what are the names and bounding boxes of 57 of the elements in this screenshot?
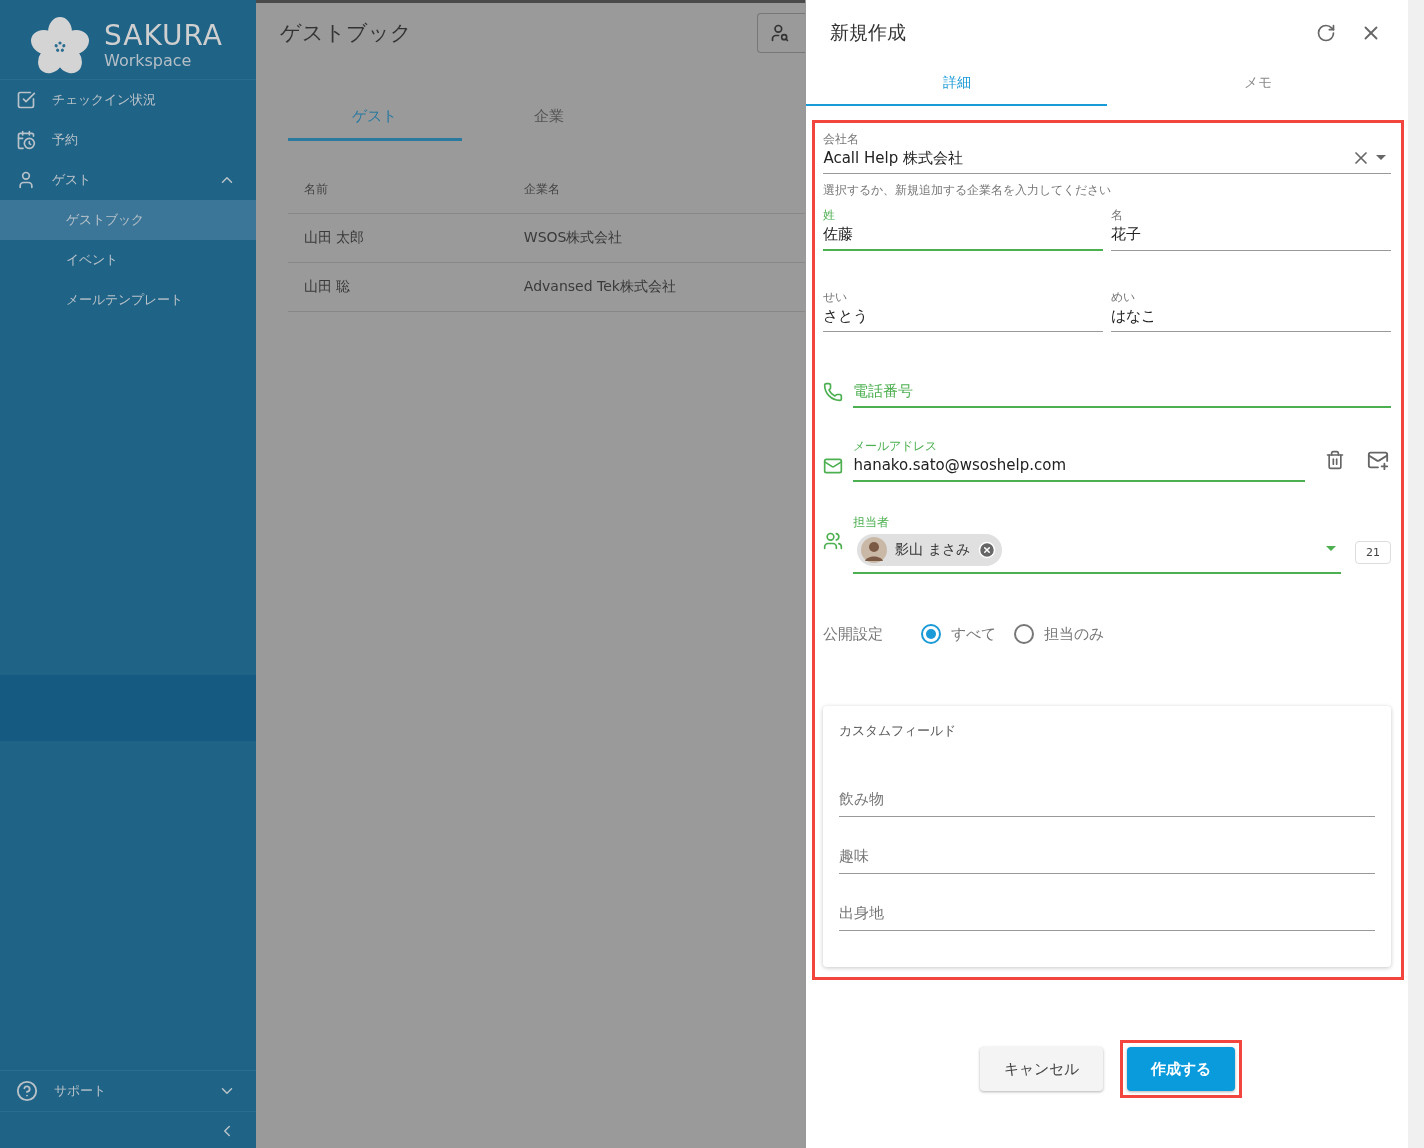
assignee-chip[interactable]: 影山 まさみ [857, 534, 1002, 566]
guest-search-button[interactable] [757, 13, 806, 53]
text-field[interactable]: 趣味 [839, 817, 1375, 874]
text-field[interactable]: 姓 佐藤 [823, 207, 1104, 251]
checkbox-icon [16, 90, 36, 110]
avatar-icon [861, 537, 888, 563]
calendar-icon [16, 130, 36, 150]
column-header: 名前 [303, 180, 329, 198]
text-field[interactable]: 出身地 [839, 874, 1375, 931]
brand-subtitle: Workspace [104, 51, 193, 70]
radio-button[interactable] [921, 624, 942, 644]
mail-icon [823, 456, 844, 476]
phone-field[interactable]: 電話番号 [853, 380, 1391, 408]
visibility-label: 公開設定 [823, 624, 884, 644]
user-search-icon [770, 23, 791, 43]
page-title: ゲストブック [279, 20, 412, 47]
nav-item[interactable]: チェックイン状況 [0, 80, 256, 120]
tab[interactable]: 詳細 [806, 74, 1108, 106]
remove-icon[interactable] [977, 541, 996, 559]
radio-option[interactable]: 担当のみ [1014, 624, 1105, 644]
refresh-icon [1316, 23, 1336, 43]
company-field[interactable]: 会社名 Acall Help 株式会社 [823, 131, 1391, 174]
nav-subitem[interactable]: ゲストブック [0, 200, 256, 240]
nav-item[interactable]: サポート [0, 1071, 256, 1111]
mail-plus-icon [1367, 449, 1389, 471]
table-cell-text: Advansed Tek株式会社 [523, 278, 677, 296]
cancel-button[interactable]: キャンセル [979, 1047, 1103, 1091]
nav-subitem[interactable]: イベント [0, 240, 256, 280]
count-badge: 21 [1355, 541, 1391, 564]
nav-subitem[interactable]: メールテンプレート [0, 280, 256, 320]
phone-icon [823, 382, 844, 402]
radio-button[interactable] [1014, 624, 1035, 644]
card-title: カスタムフィールド [839, 722, 958, 740]
text-field[interactable]: 飲み物 [839, 760, 1375, 817]
table-cell-text: 山田 聡 [303, 278, 352, 296]
radio-option[interactable]: すべて [921, 624, 997, 644]
trash-icon [1325, 450, 1345, 470]
table-cell-text: WSOS株式会社 [523, 229, 624, 247]
flower-logo [30, 15, 90, 76]
brand-name: SAKURA [104, 21, 224, 51]
nav-item[interactable]: ゲスト [0, 160, 256, 200]
help-icon [16, 1080, 38, 1102]
tab[interactable]: 企業 [461, 107, 636, 141]
tab[interactable]: メモ [1107, 74, 1408, 106]
person-icon [16, 170, 36, 190]
drawer-title: 新規作成 [830, 20, 908, 45]
field-hint: 選択するか、新規追加する企業名を入力してください [823, 182, 1113, 199]
create-button[interactable]: 作成する [1126, 1047, 1235, 1091]
assignee-field[interactable]: 担当者 影山 まさみ [853, 514, 1341, 574]
text-field[interactable]: 名 花子 [1111, 207, 1391, 251]
people-icon [823, 531, 844, 551]
table-cell-text: 山田 太郎 [303, 229, 366, 247]
nav-item[interactable]: 予約 [0, 120, 256, 160]
text-field[interactable]: せい さとう [823, 289, 1104, 332]
email-field[interactable]: メールアドレス hanako.sato@wsoshelp.com [853, 438, 1305, 482]
column-header: 企業名 [523, 180, 561, 198]
text-field[interactable]: めい はなこ [1111, 289, 1391, 332]
